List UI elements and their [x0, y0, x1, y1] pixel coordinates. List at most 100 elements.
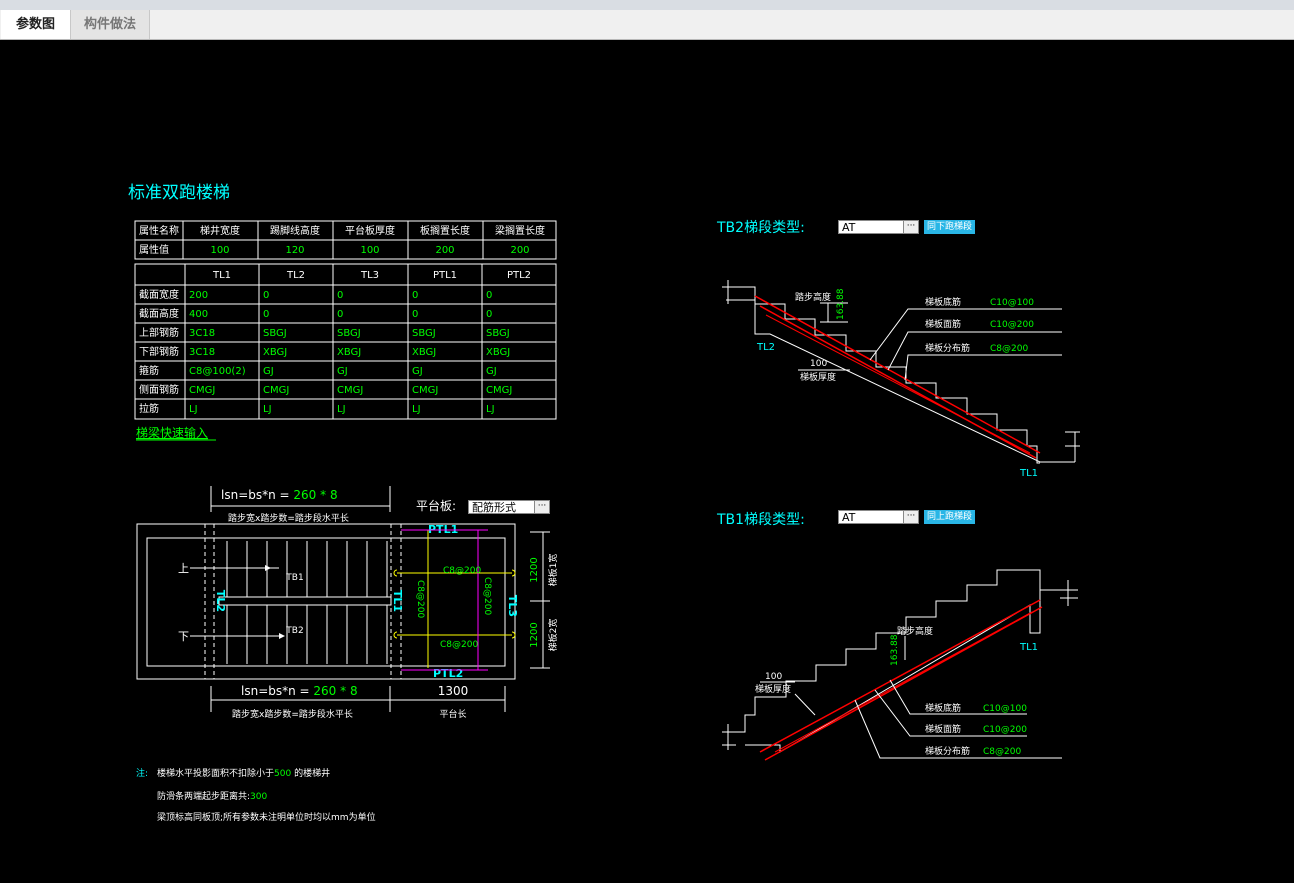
tb1-step-height-value: 163.88 [890, 634, 900, 666]
beam-cell[interactable]: 200 [189, 290, 208, 301]
plan-rebar-bottom: C8@200 [440, 640, 478, 650]
beam-cell[interactable]: SBGJ [337, 328, 361, 339]
beam-cell[interactable]: SBGJ [412, 328, 436, 339]
tb1-thickness-value: 100 [765, 672, 782, 682]
beam-cell[interactable]: CMGJ [263, 385, 289, 396]
beam-cell[interactable]: 0 [412, 309, 418, 320]
beam-cell[interactable]: LJ [337, 404, 346, 415]
beam-col-header: PTL1 [433, 270, 457, 281]
beam-cell[interactable]: 0 [486, 309, 492, 320]
plan-top-formula: lsn=bs*n = 260 * 8 [221, 488, 338, 502]
beam-cell[interactable]: SBGJ [263, 328, 287, 339]
beam-cell[interactable]: LJ [189, 404, 198, 415]
tb2-dist-rebar-label: 梯板分布筋 [925, 342, 970, 354]
plan-up-label: 上 [178, 562, 189, 575]
tb2-type-dropdown[interactable]: AT [838, 220, 906, 234]
beam-cell[interactable]: SBGJ [486, 328, 510, 339]
beam-table-rows: 截面宽度 200 0 0 0 0 截面高度 400 0 0 0 0 上部钢筋 3C18 SBGJ SBGJ SB… [139, 288, 512, 415]
tb1-type-label: TB1梯段类型: [716, 512, 805, 528]
beam-row-label: 截面宽度 [139, 288, 179, 301]
beam-cell[interactable]: GJ [412, 366, 423, 377]
plan-rebar-right: C8@200 [482, 577, 492, 615]
beam-cell[interactable]: GJ [486, 366, 497, 377]
beam-row-label: 上部钢筋 [139, 326, 179, 339]
tb2-dist-rebar-value: C8@200 [990, 344, 1028, 354]
plan-rebar-left: C8@200 [415, 580, 425, 618]
tb2-bottom-rebar-label: 梯板底筋 [925, 296, 961, 308]
beam-cell[interactable]: GJ [263, 366, 274, 377]
beam-cell[interactable]: XBGJ [486, 347, 510, 358]
props-value[interactable]: 100 [360, 245, 379, 256]
beam-col-header: TL1 [212, 270, 231, 281]
beam-cell[interactable]: 0 [412, 290, 418, 301]
tab-component-method[interactable]: 构件做法 [71, 10, 150, 39]
plan-view: lsn=bs*n = 260 * 8 踏步宽x踏步数=踏步段水平长 平台板: 上… [136, 486, 559, 720]
tb1-thickness-label: 梯板厚度 [755, 683, 791, 695]
tb2-type-more-button[interactable]: ··· [903, 220, 919, 234]
props-value[interactable]: 100 [210, 245, 229, 256]
plan-platform-length-caption: 平台长 [439, 708, 466, 720]
beam-cell[interactable]: LJ [486, 404, 495, 415]
plan-platform-length: 1300 [438, 684, 469, 698]
beam-cell[interactable]: C8@100(2) [189, 366, 246, 377]
beam-cell[interactable]: CMGJ [189, 385, 215, 396]
cad-drawing: 标准双跑楼梯 属性名称 属性值 梯井宽度 踢脚线高度 平台板厚度 板搁置长度 梁… [128, 183, 1080, 823]
tb1-type-more-button[interactable]: ··· [903, 510, 919, 524]
tb2-top-rebar-label: 梯板面筋 [925, 318, 961, 330]
props-header: 板搁置长度 [420, 224, 470, 237]
props-value[interactable]: 120 [285, 245, 304, 256]
beam-cell[interactable]: 3C18 [189, 347, 215, 358]
beam-cell[interactable]: CMGJ [412, 385, 438, 396]
plan-tl1-label: TL1 [391, 590, 404, 612]
beam-row-label: 箍筋 [139, 364, 159, 377]
props-header: 梁搁置长度 [495, 224, 545, 237]
tb1-top-rebar-value: C10@200 [983, 725, 1027, 735]
beam-row-label: 拉筋 [139, 402, 159, 415]
tab-bar: 参数图 构件做法 [0, 10, 1294, 40]
platform-rebar-dropdown[interactable]: 配筋形式 [468, 500, 536, 514]
plan-ptl2-label: PTL2 [433, 667, 463, 680]
beam-col-header: TL2 [286, 270, 305, 281]
platform-rebar-more-button[interactable]: ··· [534, 500, 550, 514]
plan-width1-caption: 梯板1宽 [547, 554, 559, 587]
beam-cell[interactable]: GJ [337, 366, 348, 377]
tb1-tl-right: TL1 [1019, 642, 1038, 653]
beam-cell[interactable]: 400 [189, 309, 208, 320]
tb1-same-as-upper-button[interactable]: 同上跑梯段 [924, 510, 976, 524]
props-header: 梯井宽度 [200, 224, 240, 237]
props-value[interactable]: 200 [435, 245, 454, 256]
beam-cell[interactable]: CMGJ [486, 385, 512, 396]
beam-cell[interactable]: XBGJ [412, 347, 436, 358]
plan-tl3-label: TL3 [506, 595, 519, 617]
beam-cell[interactable]: CMGJ [337, 385, 363, 396]
plan-down-label: 下 [178, 630, 189, 643]
tb2-same-as-lower-button[interactable]: 同下跑梯段 [924, 220, 976, 234]
notes-prefix: 注: [136, 767, 148, 779]
plan-bottom-formula: lsn=bs*n = 260 * 8 [241, 684, 358, 698]
tab-parameter-diagram[interactable]: 参数图 [1, 10, 71, 39]
notes-line3: 梁顶标高同板顶;所有参数未注明单位时均以mm为单位 [157, 811, 376, 823]
notes: 注: 楼梯水平投影面积不扣除小于500 的楼梯井 防滑条两端起步距离共:300 … [136, 767, 376, 823]
props-value[interactable]: 200 [510, 245, 529, 256]
beam-cell[interactable]: XBGJ [337, 347, 361, 358]
props-header: 踢脚线高度 [270, 224, 320, 237]
tb2-tl-left: TL2 [756, 342, 775, 353]
beam-cell[interactable]: LJ [263, 404, 272, 415]
beam-row-label: 截面高度 [139, 307, 179, 320]
beam-cell[interactable]: XBGJ [263, 347, 287, 358]
props-row-header-value: 属性值 [139, 243, 169, 256]
tb2-thickness-label: 梯板厚度 [800, 371, 836, 383]
tb1-type-dropdown[interactable]: AT [838, 510, 906, 524]
quick-input-link[interactable]: 梯梁快速输入 [136, 425, 208, 440]
beam-cell[interactable]: 0 [337, 309, 343, 320]
platform-label: 平台板: [416, 498, 456, 513]
beam-row-label: 侧面钢筋 [139, 383, 179, 396]
beam-cell[interactable]: 0 [263, 309, 269, 320]
props-header: 平台板厚度 [345, 224, 395, 237]
beam-cell[interactable]: 0 [337, 290, 343, 301]
beam-cell[interactable]: 0 [263, 290, 269, 301]
beam-cell[interactable]: 0 [486, 290, 492, 301]
beam-cell[interactable]: LJ [412, 404, 421, 415]
beam-cell[interactable]: 3C18 [189, 328, 215, 339]
tb2-section: 踏步高度 163.88 梯板底筋 C10@100 梯板面筋 C10@200 梯板… [722, 280, 1080, 479]
